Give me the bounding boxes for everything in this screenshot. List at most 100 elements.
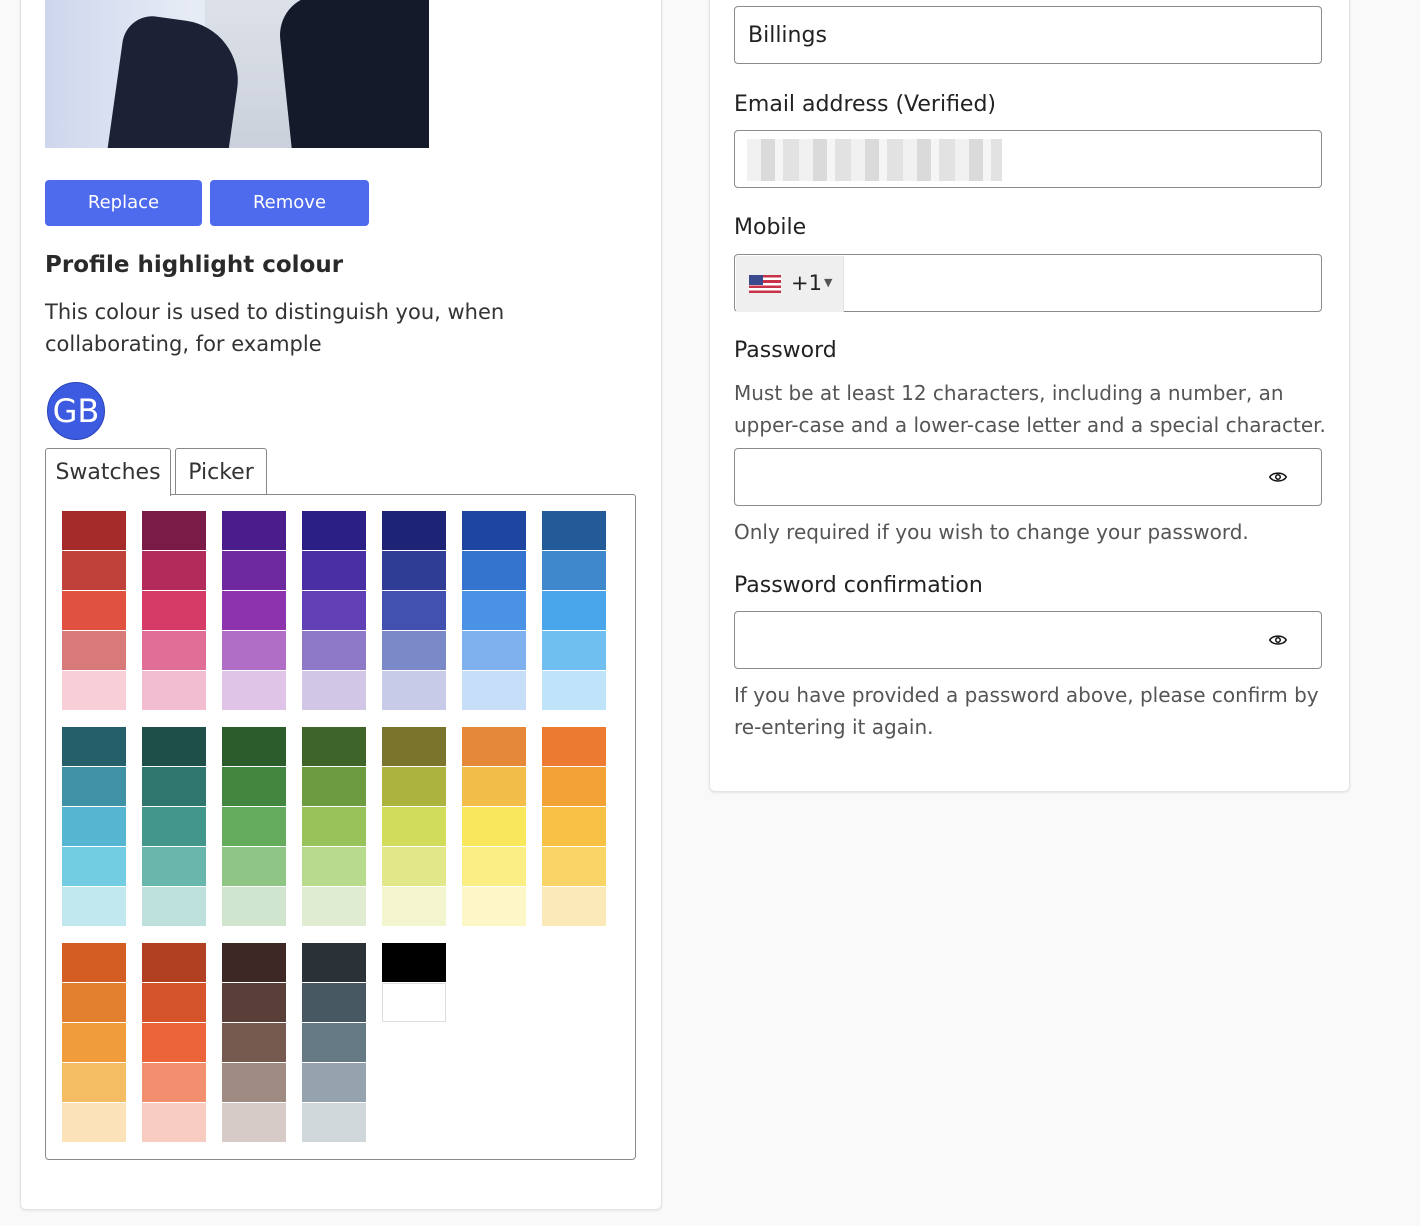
colour-swatch[interactable] — [382, 943, 446, 982]
colour-swatch[interactable] — [142, 551, 206, 590]
colour-swatch[interactable] — [222, 727, 286, 766]
colour-swatch[interactable] — [142, 943, 206, 982]
colour-swatch[interactable] — [222, 591, 286, 630]
email-field[interactable] — [734, 130, 1322, 188]
show-password-confirm-icon[interactable] — [1269, 632, 1287, 648]
colour-swatch[interactable] — [62, 551, 126, 590]
country-code-select[interactable]: +1 ▼ — [736, 256, 844, 312]
colour-swatch[interactable] — [62, 1063, 126, 1102]
colour-swatch[interactable] — [222, 943, 286, 982]
colour-swatch[interactable] — [302, 847, 366, 886]
colour-swatch[interactable] — [142, 511, 206, 550]
colour-swatch[interactable] — [62, 727, 126, 766]
colour-swatch[interactable] — [62, 943, 126, 982]
colour-swatch[interactable] — [142, 767, 206, 806]
colour-swatch[interactable] — [222, 631, 286, 670]
colour-swatch[interactable] — [542, 671, 606, 710]
password-field[interactable] — [734, 448, 1322, 506]
colour-swatch[interactable] — [142, 1063, 206, 1102]
colour-swatch[interactable] — [302, 767, 366, 806]
colour-swatch[interactable] — [462, 807, 526, 846]
colour-swatch[interactable] — [462, 631, 526, 670]
colour-swatch[interactable] — [542, 847, 606, 886]
colour-swatch[interactable] — [382, 727, 446, 766]
colour-swatch[interactable] — [542, 727, 606, 766]
colour-swatch[interactable] — [222, 767, 286, 806]
colour-swatch[interactable] — [302, 727, 366, 766]
colour-swatch[interactable] — [462, 767, 526, 806]
colour-swatch[interactable] — [382, 847, 446, 886]
colour-swatch[interactable] — [382, 551, 446, 590]
colour-swatch[interactable] — [142, 847, 206, 886]
colour-swatch[interactable] — [222, 551, 286, 590]
colour-swatch[interactable] — [142, 887, 206, 926]
colour-swatch[interactable] — [462, 551, 526, 590]
tab-swatches[interactable]: Swatches — [45, 448, 171, 496]
mobile-field[interactable]: +1 ▼ — [734, 254, 1322, 312]
colour-swatch[interactable] — [62, 511, 126, 550]
colour-swatch[interactable] — [462, 511, 526, 550]
replace-photo-button[interactable]: Replace photo — [45, 180, 202, 259]
colour-swatch[interactable] — [382, 887, 446, 926]
colour-swatch[interactable] — [382, 511, 446, 550]
colour-swatch[interactable] — [62, 1023, 126, 1062]
colour-swatch[interactable] — [302, 983, 366, 1022]
colour-swatch[interactable] — [62, 807, 126, 846]
colour-swatch[interactable] — [302, 511, 366, 550]
colour-swatch[interactable] — [62, 671, 126, 710]
colour-swatch[interactable] — [462, 727, 526, 766]
colour-swatch[interactable] — [462, 847, 526, 886]
colour-swatch[interactable] — [302, 591, 366, 630]
colour-swatch[interactable] — [302, 671, 366, 710]
colour-swatch[interactable] — [382, 983, 446, 1022]
colour-swatch[interactable] — [542, 511, 606, 550]
colour-swatch[interactable] — [302, 1023, 366, 1062]
colour-swatch[interactable] — [142, 1103, 206, 1142]
colour-swatch[interactable] — [222, 1023, 286, 1062]
colour-swatch[interactable] — [222, 1063, 286, 1102]
colour-swatch[interactable] — [542, 887, 606, 926]
colour-swatch[interactable] — [382, 631, 446, 670]
colour-swatch[interactable] — [542, 767, 606, 806]
colour-swatch[interactable] — [62, 847, 126, 886]
colour-swatch[interactable] — [542, 631, 606, 670]
colour-swatch[interactable] — [302, 1103, 366, 1142]
colour-swatch[interactable] — [142, 1023, 206, 1062]
colour-swatch[interactable] — [62, 631, 126, 670]
colour-swatch[interactable] — [142, 591, 206, 630]
colour-swatch[interactable] — [142, 631, 206, 670]
colour-swatch[interactable] — [62, 591, 126, 630]
colour-swatch[interactable] — [302, 943, 366, 982]
colour-swatch[interactable] — [222, 671, 286, 710]
colour-swatch[interactable] — [142, 807, 206, 846]
city-input[interactable]: Billings — [734, 6, 1322, 64]
colour-swatch[interactable] — [302, 551, 366, 590]
colour-swatch[interactable] — [382, 591, 446, 630]
colour-swatch[interactable] — [382, 671, 446, 710]
colour-swatch[interactable] — [382, 767, 446, 806]
colour-swatch[interactable] — [462, 591, 526, 630]
colour-swatch[interactable] — [462, 887, 526, 926]
colour-swatch[interactable] — [222, 807, 286, 846]
colour-swatch[interactable] — [542, 591, 606, 630]
show-password-icon[interactable] — [1269, 469, 1287, 485]
colour-swatch[interactable] — [222, 887, 286, 926]
colour-swatch[interactable] — [142, 671, 206, 710]
tab-picker[interactable]: Picker — [175, 448, 267, 495]
colour-swatch[interactable] — [62, 887, 126, 926]
colour-swatch[interactable] — [302, 1063, 366, 1102]
colour-swatch[interactable] — [302, 807, 366, 846]
colour-swatch[interactable] — [62, 983, 126, 1022]
colour-swatch[interactable] — [142, 983, 206, 1022]
colour-swatch[interactable] — [542, 551, 606, 590]
colour-swatch[interactable] — [222, 1103, 286, 1142]
colour-swatch[interactable] — [382, 807, 446, 846]
colour-swatch[interactable] — [222, 983, 286, 1022]
remove-photo-button[interactable]: Remove photo — [210, 180, 369, 259]
colour-swatch[interactable] — [222, 511, 286, 550]
colour-swatch[interactable] — [142, 727, 206, 766]
colour-swatch[interactable] — [62, 767, 126, 806]
colour-swatch[interactable] — [302, 887, 366, 926]
colour-swatch[interactable] — [222, 847, 286, 886]
colour-swatch[interactable] — [462, 671, 526, 710]
